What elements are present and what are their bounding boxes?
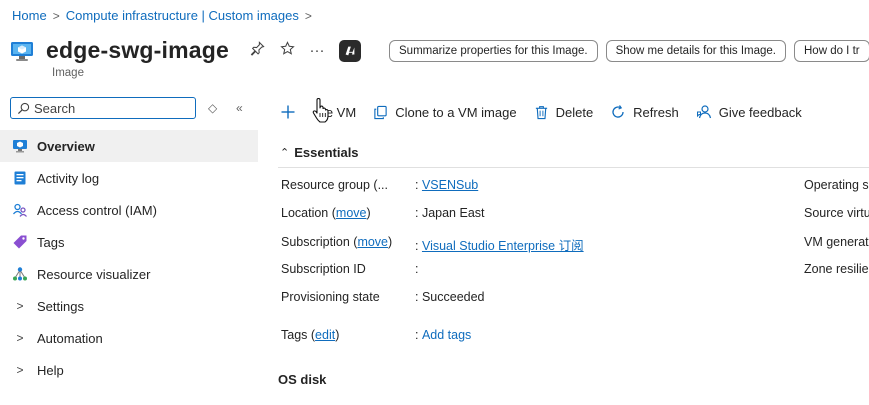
- title-bar: edge-swg-image ··· Summarize properties …: [10, 37, 869, 64]
- essentials-key: Subscription ID: [281, 262, 366, 276]
- resource-type-label: Image: [52, 67, 84, 79]
- clone-icon: [373, 105, 388, 120]
- chevron-right-icon: >: [16, 331, 24, 345]
- sidebar-item-label: Activity log: [37, 170, 100, 186]
- feedback-label: Give feedback: [718, 104, 802, 120]
- feedback-icon: [696, 104, 712, 120]
- essentials-key: Tags (edit): [281, 328, 340, 342]
- breadcrumb-home-link[interactable]: Home: [12, 8, 47, 23]
- essentials-key: Provisioning state: [281, 290, 380, 304]
- sidebar-item-activity-log[interactable]: Activity log: [0, 162, 258, 194]
- essentials-row-subscription: Subscription (move) : Visual Studio Ente…: [281, 235, 584, 254]
- location-move-link[interactable]: move: [336, 206, 367, 220]
- give-feedback-button[interactable]: Give feedback: [696, 104, 802, 120]
- trash-icon: [534, 105, 549, 120]
- tags-edit-link[interactable]: edit: [315, 328, 335, 342]
- search-input[interactable]: [34, 100, 194, 116]
- tag-icon: [12, 234, 28, 250]
- iam-icon: [12, 202, 28, 218]
- sidebar-item-overview[interactable]: Overview: [0, 130, 258, 162]
- chevron-right-icon: >: [16, 363, 24, 377]
- essentials-key-source-vm: Source virtu: [804, 206, 869, 220]
- chevron-right-icon: >: [16, 299, 24, 313]
- search-icon: [17, 102, 30, 114]
- subscription-move-link[interactable]: move: [357, 235, 388, 249]
- sidebar-item-label: Help: [37, 362, 64, 378]
- clone-label: Clone to a VM image: [395, 104, 517, 120]
- sidebar-item-access-control[interactable]: Access control (IAM): [0, 194, 258, 226]
- command-toolbar: ate VM Clone to a VM image Delete Refres…: [280, 104, 819, 120]
- page-title: edge-swg-image: [46, 37, 230, 63]
- essentials-row-tags: Tags (edit) : Add tags: [281, 328, 471, 342]
- breadcrumb-separator: >: [304, 8, 312, 23]
- breadcrumb-parent-link[interactable]: Compute infrastructure | Custom images: [66, 8, 299, 23]
- essentials-key: Subscription (move): [281, 235, 393, 249]
- sidebar-item-tags[interactable]: Tags: [0, 226, 258, 258]
- clone-to-vm-image-button[interactable]: Clone to a VM image: [373, 104, 517, 120]
- sidebar-item-settings[interactable]: > Settings: [0, 290, 258, 322]
- suggestion-howto-button[interactable]: How do I tr: [794, 39, 869, 62]
- sidebar: ◇ « Overview Activity log Access control…: [0, 92, 258, 405]
- essentials-row-resource-group: Resource group (... : VSENSub: [281, 178, 478, 192]
- sidebar-item-label: Resource visualizer: [37, 266, 151, 282]
- essentials-key-operating-system: Operating s: [804, 178, 869, 192]
- refresh-button[interactable]: Refresh: [610, 104, 679, 120]
- essentials-value: :: [415, 262, 422, 276]
- add-tags-link[interactable]: Add tags: [422, 328, 471, 342]
- essentials-value: : Japan East: [415, 206, 485, 220]
- essentials-key-vm-generation: VM generat: [804, 235, 869, 249]
- sidebar-item-label: Automation: [37, 330, 103, 346]
- refresh-icon: [610, 104, 626, 120]
- essentials-row-subscription-id: Subscription ID :: [281, 262, 422, 276]
- expand-all-icon[interactable]: ◇: [208, 101, 217, 115]
- delete-button[interactable]: Delete: [534, 104, 594, 120]
- copilot-icon[interactable]: [339, 39, 362, 62]
- sidebar-item-automation[interactable]: > Automation: [0, 322, 258, 354]
- more-options-icon[interactable]: ···: [309, 42, 325, 59]
- resource-group-link[interactable]: VSENSub: [422, 178, 478, 192]
- essentials-row-location: Location (move) : Japan East: [281, 206, 485, 220]
- star-icon[interactable]: [279, 41, 295, 60]
- hand-cursor-icon: [312, 98, 329, 123]
- essentials-value: : Add tags: [415, 328, 472, 342]
- sidebar-item-label: Tags: [37, 234, 65, 250]
- collapse-sidebar-icon[interactable]: «: [236, 101, 243, 115]
- essentials-value: : VSENSub: [415, 178, 479, 192]
- essentials-key: Resource group (...: [281, 178, 388, 192]
- essentials-divider: [278, 167, 869, 168]
- plus-icon: [280, 104, 296, 120]
- sidebar-nav: Overview Activity log Access control (IA…: [0, 130, 258, 386]
- suggestion-details-button[interactable]: Show me details for this Image.: [605, 39, 786, 62]
- overview-icon: [12, 138, 28, 154]
- os-disk-heading: OS disk: [278, 372, 327, 387]
- sidebar-item-resource-visualizer[interactable]: Resource visualizer: [0, 258, 258, 290]
- sidebar-item-label: Overview: [37, 138, 95, 154]
- activity-log-icon: [12, 170, 28, 186]
- essentials-value: : Succeeded: [415, 290, 485, 304]
- refresh-label: Refresh: [633, 104, 679, 120]
- sidebar-item-label: Access control (IAM): [37, 202, 157, 218]
- pin-icon[interactable]: [249, 41, 265, 60]
- resource-visualizer-icon: [12, 266, 28, 282]
- essentials-key-zone-resiliency: Zone resilie: [804, 262, 869, 276]
- essentials-heading: Essentials: [294, 145, 359, 160]
- sidebar-item-help[interactable]: > Help: [0, 354, 258, 386]
- essentials-row-provisioning-state: Provisioning state : Succeeded: [281, 290, 485, 304]
- sidebar-item-label: Settings: [37, 298, 84, 314]
- suggestion-summarize-button[interactable]: Summarize properties for this Image.: [389, 39, 598, 62]
- essentials-toggle[interactable]: ⌃ Essentials: [280, 145, 359, 160]
- sidebar-search[interactable]: [10, 97, 196, 119]
- subscription-link[interactable]: Visual Studio Enterprise 订阅: [422, 239, 584, 253]
- breadcrumb-separator: >: [52, 8, 60, 23]
- breadcrumb: Home > Compute infrastructure | Custom i…: [12, 8, 312, 23]
- essentials-value: : Visual Studio Enterprise 订阅: [415, 239, 584, 253]
- image-resource-icon: [11, 41, 33, 61]
- chevron-up-icon: ⌃: [280, 147, 290, 159]
- essentials-key: Location (move): [281, 206, 371, 220]
- delete-label: Delete: [555, 104, 594, 120]
